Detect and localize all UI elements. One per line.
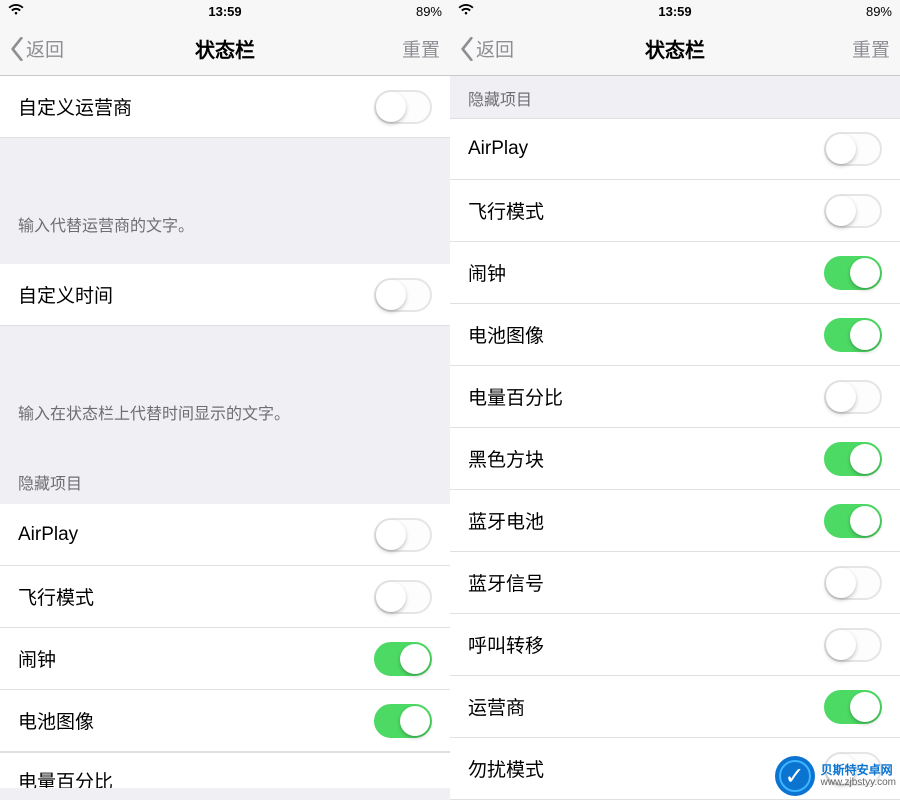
toggle[interactable] [374, 704, 432, 738]
toggle[interactable] [824, 628, 882, 662]
cell-label: 勿扰模式 [468, 755, 544, 782]
section-footer: 输入代替运营商的文字。 [0, 198, 450, 264]
hide-item-cell[interactable]: 蓝牙信号 [450, 552, 900, 614]
toggle[interactable] [374, 580, 432, 614]
nav-bar: 返回 状态栏 重置 [450, 22, 900, 76]
cell-label: 飞行模式 [18, 583, 94, 610]
custom-carrier-cell[interactable]: 自定义运营商 [0, 76, 450, 138]
cell-label: 蓝牙信号 [468, 569, 544, 596]
right-screen: 13:59 89% 返回 状态栏 重置 隐藏项目 AirPlay 飞行模式闹钟电池… [450, 0, 900, 800]
nav-bar: 返回 状态栏 重置 [0, 22, 450, 76]
hide-item-cell[interactable]: 飞行模式 [450, 180, 900, 242]
cell-label: 黑色方块 [468, 445, 544, 472]
cell-label: 闹钟 [18, 645, 56, 672]
cell-label: 电池图像 [18, 707, 94, 734]
watermark: ✓ 贝斯特安卓网 www.zjbstyy.com [775, 756, 896, 796]
chevron-left-icon [10, 37, 24, 61]
cell-label: 电池图像 [468, 321, 544, 348]
toggle[interactable] [374, 278, 432, 312]
reset-button[interactable]: 重置 [852, 35, 890, 62]
hide-item-cell[interactable]: 黑色方块 [450, 428, 900, 490]
cell-label: 电量百分比 [18, 767, 113, 788]
cell-label: 蓝牙电池 [468, 507, 544, 534]
battery-percent: 89% [416, 4, 442, 19]
nav-title: 状态栏 [645, 34, 705, 63]
nav-title: 状态栏 [195, 34, 255, 63]
cell-label: 自定义时间 [18, 281, 113, 308]
watermark-brand: 贝斯特安卓网 [821, 763, 893, 777]
hide-section-header: 隐藏项目 [0, 452, 450, 504]
hide-item-cell[interactable]: 闹钟 [450, 242, 900, 304]
toggle[interactable] [374, 642, 432, 676]
back-label: 返回 [476, 35, 514, 62]
status-bar: 13:59 89% [450, 0, 900, 22]
wifi-icon [458, 4, 474, 19]
cell-label: 电量百分比 [468, 383, 563, 410]
toggle[interactable] [824, 194, 882, 228]
back-button[interactable]: 返回 [460, 35, 514, 62]
status-time: 13:59 [208, 4, 241, 19]
toggle[interactable] [824, 566, 882, 600]
toggle[interactable] [824, 256, 882, 290]
cell-label: 运营商 [468, 693, 525, 720]
hide-item-cell[interactable]: 呼叫转移 [450, 614, 900, 676]
hide-item-cell[interactable]: 闹钟 [0, 628, 450, 690]
hide-section-header: 隐藏项目 [450, 76, 900, 118]
battery-percent: 89% [866, 4, 892, 19]
back-label: 返回 [26, 35, 64, 62]
hide-item-cell[interactable]: 运营商 [450, 676, 900, 738]
toggle[interactable] [824, 442, 882, 476]
left-screen: 13:59 89% 返回 状态栏 重置 自定义运营商 输入代替运营商的文字。 自… [0, 0, 450, 800]
toggle[interactable] [374, 518, 432, 552]
cell-label: 飞行模式 [468, 197, 544, 224]
toggle[interactable] [374, 90, 432, 124]
toggle[interactable] [824, 380, 882, 414]
toggle[interactable] [824, 690, 882, 724]
cell-label: 闹钟 [468, 259, 506, 286]
hide-item-cell[interactable]: 电池图像 [0, 690, 450, 752]
toggle[interactable] [824, 132, 882, 166]
reset-button[interactable]: 重置 [402, 35, 440, 62]
hide-item-cell[interactable]: 电池图像 [450, 304, 900, 366]
toggle[interactable] [824, 318, 882, 352]
hide-item-cell[interactable]: 电量百分比 [450, 366, 900, 428]
status-time: 13:59 [658, 4, 691, 19]
section-footer: 输入在状态栏上代替时间显示的文字。 [0, 386, 450, 452]
cell-label: AirPlay [18, 524, 78, 546]
hide-item-cell[interactable]: AirPlay [0, 504, 450, 566]
toggle[interactable] [824, 504, 882, 538]
hide-item-cell-partial[interactable]: 电量百分比 [0, 752, 450, 788]
hide-item-cell[interactable]: AirPlay [450, 118, 900, 180]
cell-label: 呼叫转移 [468, 631, 544, 658]
custom-time-cell[interactable]: 自定义时间 [0, 264, 450, 326]
watermark-logo-icon: ✓ [775, 756, 815, 796]
cell-label: 自定义运营商 [18, 93, 132, 120]
watermark-url: www.zjbstyy.com [821, 777, 896, 788]
hide-item-cell[interactable]: 飞行模式 [0, 566, 450, 628]
hide-item-cell[interactable]: 蓝牙电池 [450, 490, 900, 552]
chevron-left-icon [460, 37, 474, 61]
wifi-icon [8, 4, 24, 19]
status-bar: 13:59 89% [0, 0, 450, 22]
cell-label: AirPlay [468, 138, 528, 160]
back-button[interactable]: 返回 [10, 35, 64, 62]
